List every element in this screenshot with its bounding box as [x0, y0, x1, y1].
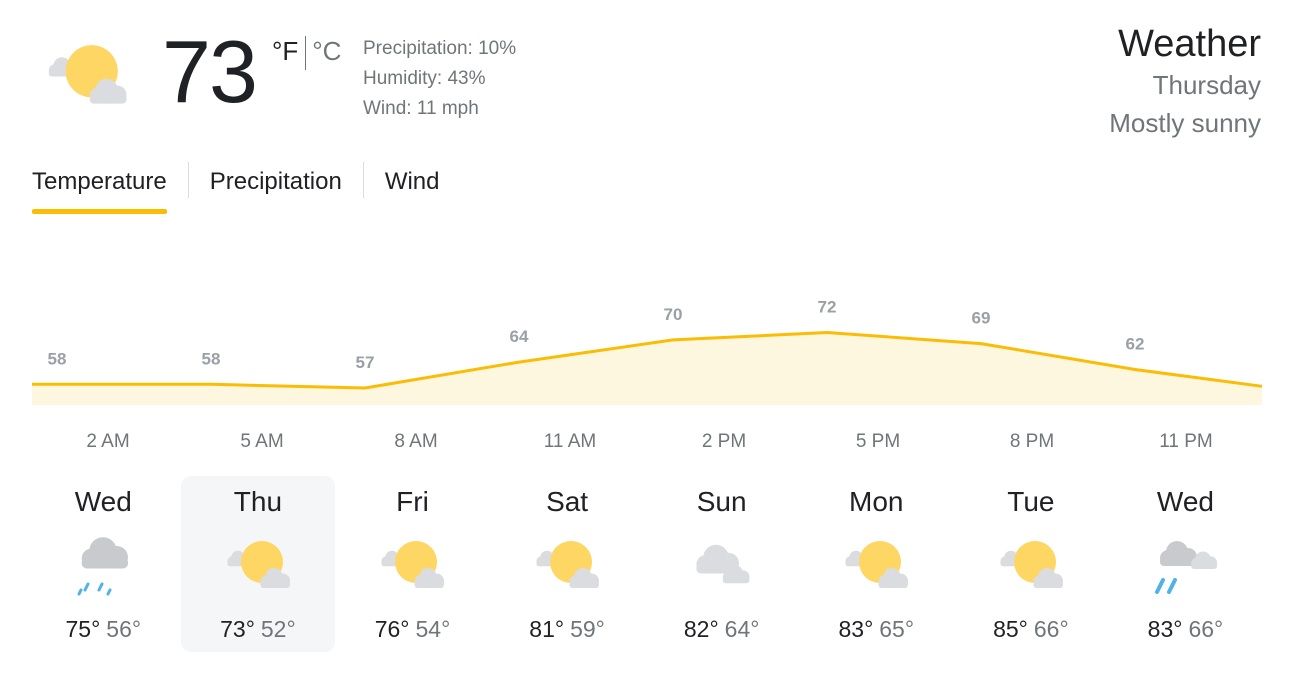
partly-sunny-icon	[529, 532, 607, 598]
day-name: Tue	[1007, 486, 1055, 517]
forecast-day-7[interactable]: Wed 83° 66°	[1108, 476, 1263, 652]
temperature-data-label: 69	[972, 309, 991, 328]
low-temp: 56°	[106, 616, 142, 642]
forecast-day-5[interactable]: Mon 83° 65°	[799, 476, 954, 652]
temperature-data-label: 72	[818, 298, 837, 317]
day-temperatures: 73° 52°	[181, 616, 336, 643]
partly-sunny-icon	[374, 532, 452, 598]
x-axis-tick-label: 5 AM	[240, 431, 283, 452]
high-temp: 82°	[683, 616, 719, 642]
low-temp: 66°	[1033, 616, 1069, 642]
day-temperatures: 82° 64°	[644, 616, 799, 643]
day-temperatures: 75° 56°	[26, 616, 181, 643]
low-temp: 54°	[415, 616, 451, 642]
high-temp: 85°	[993, 616, 1028, 642]
x-axis-tick-label: 8 AM	[394, 431, 437, 452]
day-temperatures: 83° 65°	[799, 616, 954, 643]
forecast-day-0[interactable]: Wed 75° 56°	[26, 476, 181, 652]
day-name: Wed	[74, 486, 132, 517]
high-temp: 81°	[529, 616, 565, 642]
forecast-day-1[interactable]: Thu 73° 52°	[180, 476, 336, 652]
day-temperatures: 76° 54°	[335, 616, 490, 643]
low-temp: 59°	[570, 616, 605, 642]
high-temp: 75°	[65, 616, 101, 642]
high-temp: 83°	[1147, 616, 1183, 642]
day-temperatures: 85° 66°	[954, 616, 1109, 643]
temperature-data-label: 58	[48, 349, 67, 368]
forecast-day-2[interactable]: Fri 76° 54°	[335, 476, 490, 652]
low-temp: 66°	[1188, 616, 1224, 642]
low-temp: 52°	[260, 616, 296, 642]
day-name: Wed	[1156, 486, 1214, 517]
day-temperatures: 83° 66°	[1108, 616, 1263, 643]
high-temp: 83°	[838, 616, 874, 642]
day-temperatures: 81° 59°	[490, 616, 645, 643]
day-name: Sun	[696, 486, 747, 517]
showers-icon	[1147, 532, 1225, 598]
low-temp: 64°	[724, 616, 760, 642]
high-temp: 73°	[220, 616, 255, 642]
forecast-day-4[interactable]: Sun 82° 64°	[644, 476, 799, 652]
temperature-data-label: 62	[1126, 335, 1145, 354]
forecast-day-6[interactable]: Tue 85° 66°	[954, 476, 1109, 652]
temperature-data-label: 64	[510, 327, 529, 346]
temperature-data-label: 70	[664, 305, 683, 324]
day-name: Thu	[233, 486, 283, 517]
temperature-data-label: 57	[356, 353, 375, 372]
day-name: Mon	[849, 486, 904, 517]
x-axis-tick-label: 2 AM	[86, 431, 129, 452]
high-temp: 76°	[374, 616, 410, 642]
x-axis-tick-label: 11 PM	[1159, 431, 1213, 452]
x-axis-tick-label: 8 PM	[1010, 431, 1054, 452]
forecast-day-3[interactable]: Sat 81° 59°	[490, 476, 645, 652]
temperature-chart: 58 58 57 64 70 72 69 62 2 AM 5 AM 8 AM 11 AM 2 PM 5 P…	[32, 298, 1263, 452]
day-name: Sat	[546, 486, 589, 517]
x-axis-tick-label: 11 AM	[544, 431, 596, 452]
x-axis-tick-label: 5 PM	[856, 431, 900, 452]
partly-sunny-icon	[993, 532, 1071, 598]
temperature-data-label: 58	[202, 349, 221, 368]
day-name: Fri	[396, 486, 429, 517]
partly-sunny-icon	[220, 532, 298, 598]
rain-icon	[65, 532, 143, 598]
x-axis-tick-label: 2 PM	[702, 431, 746, 452]
daily-forecast: Wed 75° 56° Thu 73° 52° Fri 76° 54° Sat 81° 59° Sun 8…	[26, 476, 1263, 652]
partly-sunny-icon	[838, 532, 916, 598]
low-temp: 65°	[879, 616, 915, 642]
cloudy-icon	[683, 532, 761, 598]
